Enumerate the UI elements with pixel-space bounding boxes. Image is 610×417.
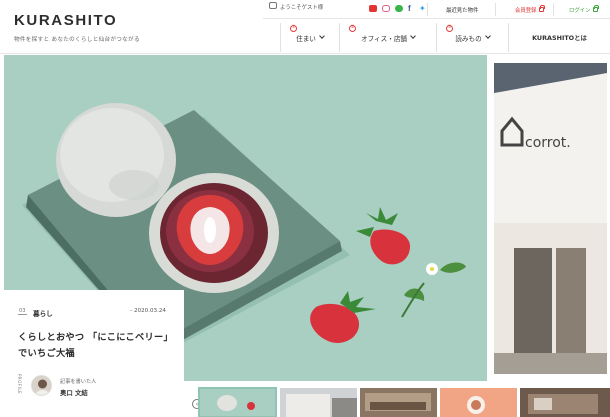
nav-label: オフィス・店舗	[360, 34, 408, 43]
article-category[interactable]: 暮らし	[33, 308, 53, 318]
thumbnail-item[interactable]	[520, 388, 610, 417]
lock-icon	[538, 5, 545, 12]
youtube-icon[interactable]	[369, 5, 377, 12]
register-label: 会員登録	[515, 8, 537, 14]
login-link[interactable]: ログイン	[569, 5, 599, 14]
utility-bar: ようこそゲスト様 f ✦ 最近見た物件 会員登録 ログイン	[263, 0, 610, 19]
nav-about[interactable]: KURASHITOとは	[508, 23, 610, 52]
cafe-storefront-illustration: corrot.	[494, 63, 607, 374]
sign-text: corrot.	[525, 135, 571, 151]
divider	[18, 314, 27, 315]
chevron-down-icon	[484, 33, 491, 39]
thumbnail-building	[280, 388, 357, 417]
welcome-message: ようこそゲスト様	[269, 2, 323, 11]
thumbnail-item[interactable]	[280, 388, 357, 417]
thumbnail-storefront	[520, 388, 610, 417]
divider	[495, 3, 496, 16]
nav-office-store[interactable]: ② オフィス・店舗	[339, 23, 436, 52]
thumbnail-food	[440, 388, 517, 417]
thumbnail-daifuku	[199, 388, 276, 417]
chevron-down-icon	[410, 33, 416, 39]
nav-readings[interactable]: ③ 読みもの	[436, 23, 508, 52]
twitter-icon[interactable]: ✦	[419, 5, 427, 13]
nav-number-badge: ①	[290, 25, 297, 32]
next-slide-image[interactable]: corrot.	[494, 63, 607, 374]
chat-bubble-icon	[269, 2, 277, 9]
main-nav: ① 住まい ② オフィス・店舗 ③ 読みもの KURASHITOとは	[280, 23, 610, 52]
thumbnail-shop-interior	[360, 388, 437, 417]
slider-thumbnails: ‹	[0, 387, 610, 417]
facebook-icon[interactable]: f	[408, 5, 414, 13]
nav-number-badge: ②	[349, 25, 356, 32]
recent-properties-link[interactable]: 最近見た物件	[446, 6, 478, 14]
nav-label: 読みもの	[455, 34, 482, 43]
thumbnail-item[interactable]	[360, 388, 437, 417]
site-logo[interactable]: KURASHITO	[14, 12, 117, 29]
line-icon[interactable]	[395, 5, 403, 12]
thumbnail-item[interactable]	[440, 388, 517, 417]
divider	[553, 3, 554, 16]
nav-label: KURASHITOとは	[532, 34, 587, 42]
lock-icon	[592, 5, 599, 12]
nav-housing[interactable]: ① 住まい	[280, 23, 339, 52]
login-label: ログイン	[569, 8, 591, 14]
site-tagline: 物件を探すと あなたのくらしと仙台がつながる	[14, 37, 140, 43]
social-links: f ✦	[369, 5, 427, 13]
divider	[427, 3, 428, 16]
register-link[interactable]: 会員登録	[515, 5, 545, 14]
chevron-down-icon	[319, 33, 325, 39]
author-label: 記事を書いた人	[60, 379, 97, 385]
welcome-text: ようこそゲスト様	[280, 5, 324, 11]
nav-label: 住まい	[296, 34, 316, 43]
site-header: KURASHITO 物件を探すと あなたのくらしと仙台がつながる ようこそゲスト…	[0, 0, 610, 54]
article-title[interactable]: くらしとおやつ 「にこにこベリー」でいちご大福	[18, 330, 170, 362]
instagram-icon[interactable]	[382, 5, 390, 12]
nav-number-badge: ③	[446, 25, 453, 32]
thumbnail-item[interactable]	[198, 387, 277, 417]
article-date: - 2020.03.24	[130, 308, 166, 314]
